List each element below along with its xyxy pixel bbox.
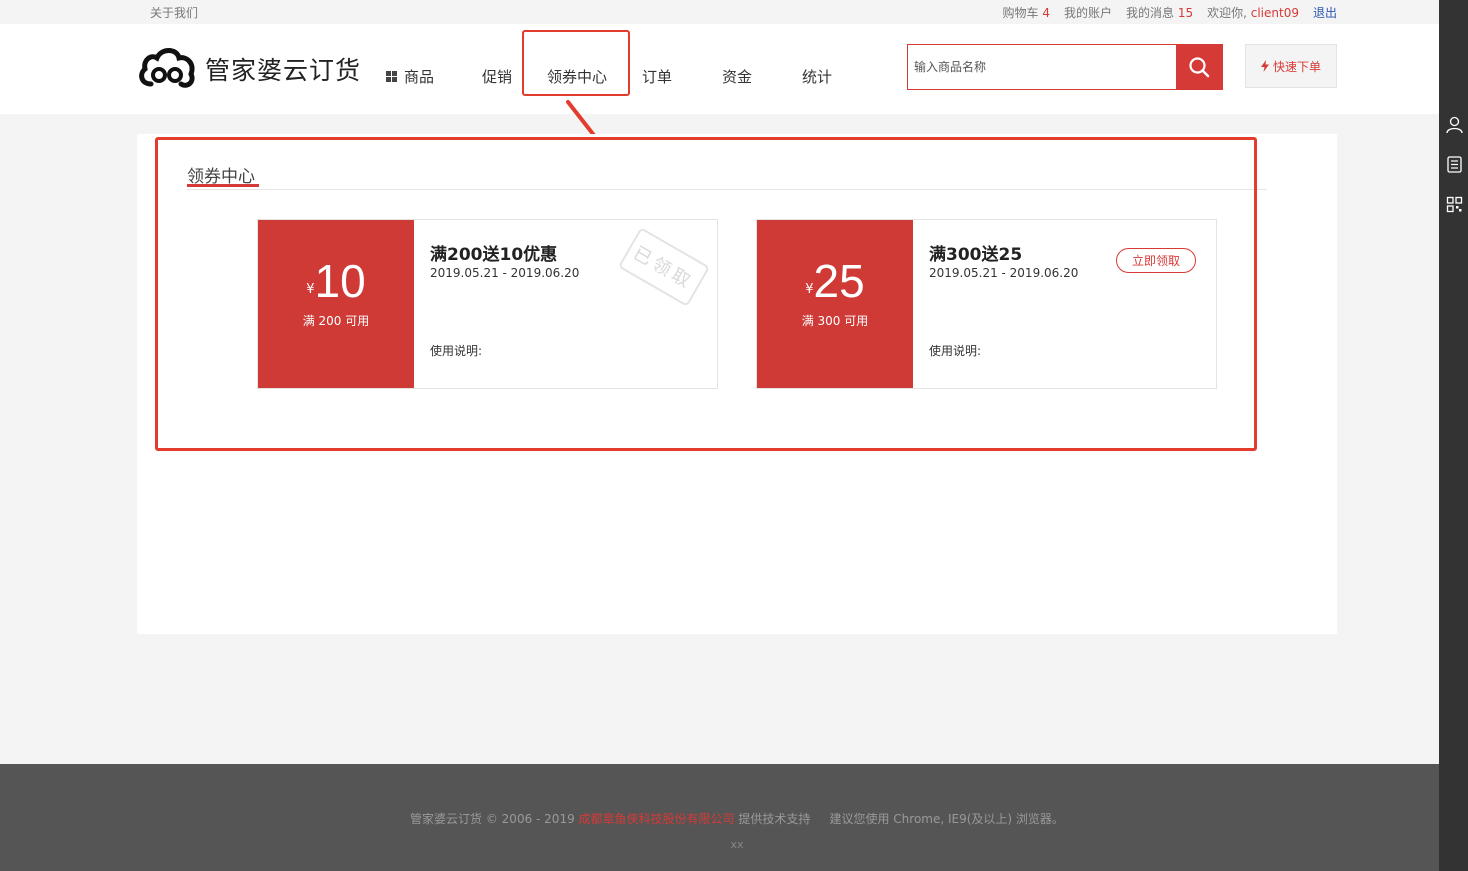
search-button[interactable] xyxy=(1176,45,1222,89)
search-input[interactable] xyxy=(908,45,1176,89)
cart-count: 4 xyxy=(1042,6,1050,20)
cloud-logo-icon xyxy=(139,48,195,88)
logo-text: 管家婆云订货 xyxy=(205,56,362,85)
nav-item-statistics[interactable]: 统计 xyxy=(802,66,832,87)
logout-link[interactable]: 退出 xyxy=(1313,4,1337,21)
footer-line2: xx xyxy=(730,838,744,851)
footer-copyright-line: 管家婆云订货 © 2006 - 2019 成都章鱼侠科技股份有限公司 提供技术支… xyxy=(410,812,1064,826)
coupon-center-panel: 领券中心 ¥10 满 200 可用 满200送10优惠 2019.05.21 -… xyxy=(137,134,1337,634)
messages-link[interactable]: 我的消息 15 xyxy=(1126,4,1193,21)
annotation-highlight-panel xyxy=(155,137,1257,451)
browser-tip: 建议您使用 Chrome, IE9(及以上) 浏览器。 xyxy=(829,812,1064,826)
nav-item-orders[interactable]: 订单 xyxy=(642,66,672,87)
user-icon[interactable] xyxy=(1446,116,1463,133)
search-box xyxy=(907,44,1223,90)
search-icon xyxy=(1189,57,1210,78)
qr-code-icon[interactable] xyxy=(1446,196,1463,213)
document-list-icon[interactable] xyxy=(1446,156,1463,173)
lightning-icon xyxy=(1260,60,1269,72)
nav-item-products[interactable]: 商品 xyxy=(386,66,434,87)
username: client09 xyxy=(1250,6,1299,20)
logo[interactable]: 管家婆云订货 xyxy=(137,46,361,92)
my-account-link[interactable]: 我的账户 xyxy=(1064,4,1112,21)
welcome-text: 欢迎你, client09 xyxy=(1207,6,1299,20)
top-bar: 关于我们 购物车 4 我的账户 我的消息 15 欢迎你, client09 退出 xyxy=(0,0,1439,24)
nav-item-promotions[interactable]: 促销 xyxy=(482,66,512,87)
annotation-highlight-nav xyxy=(522,30,630,96)
footer: 管家婆云订货 © 2006 - 2019 成都章鱼侠科技股份有限公司 提供技术支… xyxy=(0,764,1439,871)
cart-link[interactable]: 购物车 4 xyxy=(1002,4,1049,21)
grid-icon xyxy=(386,71,398,83)
top-bar-right: 购物车 4 我的账户 我的消息 15 欢迎你, client09 退出 xyxy=(1002,4,1337,21)
messages-count: 15 xyxy=(1177,6,1194,20)
about-us-link[interactable]: 关于我们 xyxy=(150,4,198,21)
quick-order-button[interactable]: 快速下单 xyxy=(1245,44,1337,88)
company-link[interactable]: 成都章鱼侠科技股份有限公司 xyxy=(579,812,735,826)
header: 管家婆云订货 商品 促销 领券中心 订单 资金 统计 快速下单 xyxy=(0,24,1439,114)
nav-item-funds[interactable]: 资金 xyxy=(722,66,752,87)
right-sidebar xyxy=(1439,0,1468,871)
